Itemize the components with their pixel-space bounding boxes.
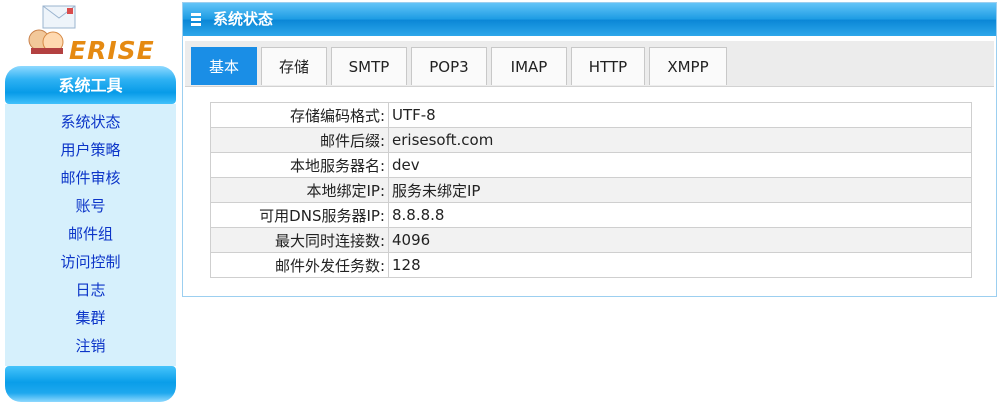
- sidebar-title: 系统工具: [5, 66, 176, 104]
- sidebar-item-mail-groups[interactable]: 邮件组: [5, 220, 176, 248]
- field-value: dev: [388, 152, 972, 178]
- panel-title: 系统状态: [213, 10, 274, 28]
- erise-logo: ERISE: [25, 4, 175, 66]
- table-row: 最大同时连接数: 4096: [210, 227, 972, 253]
- sidebar-item-user-policy[interactable]: 用户策略: [5, 136, 176, 164]
- field-label: 本地绑定IP:: [210, 177, 389, 203]
- sidebar-item-cluster[interactable]: 集群: [5, 304, 176, 332]
- field-value: 4096: [388, 227, 972, 253]
- sidebar-item-access-control[interactable]: 访问控制: [5, 248, 176, 276]
- field-value: 8.8.8.8: [388, 202, 972, 228]
- sidebar-menu: 系统状态 用户策略 邮件审核 账号 邮件组 访问控制 日志 集群 注销: [5, 104, 176, 366]
- tab-basic[interactable]: 基本: [191, 47, 257, 85]
- table-row: 本地绑定IP: 服务未绑定IP: [210, 177, 972, 203]
- field-value: erisesoft.com: [388, 127, 972, 153]
- table-row: 本地服务器名: dev: [210, 152, 972, 178]
- tab-bar: 基本 存储 SMTP POP3 IMAP HTTP XMPP: [185, 41, 994, 87]
- table-row: 可用DNS服务器IP: 8.8.8.8: [210, 202, 972, 228]
- field-value: 服务未绑定IP: [388, 177, 972, 203]
- tab-smtp[interactable]: SMTP: [331, 47, 407, 85]
- panel-header: 系统状态: [183, 3, 996, 36]
- field-label: 邮件后缀:: [210, 127, 389, 153]
- field-value: UTF-8: [388, 102, 972, 128]
- field-label: 邮件外发任务数:: [210, 252, 389, 278]
- sidebar-item-system-status[interactable]: 系统状态: [5, 108, 176, 136]
- field-label: 本地服务器名:: [210, 152, 389, 178]
- logo-text: ERISE: [69, 36, 155, 65]
- list-icon: [191, 13, 201, 26]
- field-value: 128: [388, 252, 972, 278]
- tab-imap[interactable]: IMAP: [491, 47, 567, 85]
- table-row: 存储编码格式: UTF-8: [210, 102, 972, 128]
- sidebar-item-logs[interactable]: 日志: [5, 276, 176, 304]
- sidebar: ERISE 系统工具 系统状态 用户策略 邮件审核 账号 邮件组 访问控制 日志…: [5, 0, 176, 405]
- field-label: 可用DNS服务器IP:: [210, 202, 389, 228]
- sidebar-footer: [5, 366, 176, 402]
- table-row: 邮件外发任务数: 128: [210, 252, 972, 278]
- system-status-panel: 系统状态 基本 存储 SMTP POP3 IMAP HTTP XMPP 存储编码…: [182, 2, 997, 297]
- tab-xmpp[interactable]: XMPP: [649, 47, 727, 85]
- tab-storage[interactable]: 存储: [261, 47, 327, 85]
- sidebar-item-logout[interactable]: 注销: [5, 332, 176, 360]
- status-table: 存储编码格式: UTF-8 邮件后缀: erisesoft.com 本地服务器名…: [210, 102, 972, 278]
- sidebar-item-accounts[interactable]: 账号: [5, 192, 176, 220]
- tab-http[interactable]: HTTP: [571, 47, 645, 85]
- field-label: 存储编码格式:: [210, 102, 389, 128]
- tab-pop3[interactable]: POP3: [411, 47, 487, 85]
- field-label: 最大同时连接数:: [210, 227, 389, 253]
- sidebar-item-mail-audit[interactable]: 邮件审核: [5, 164, 176, 192]
- table-row: 邮件后缀: erisesoft.com: [210, 127, 972, 153]
